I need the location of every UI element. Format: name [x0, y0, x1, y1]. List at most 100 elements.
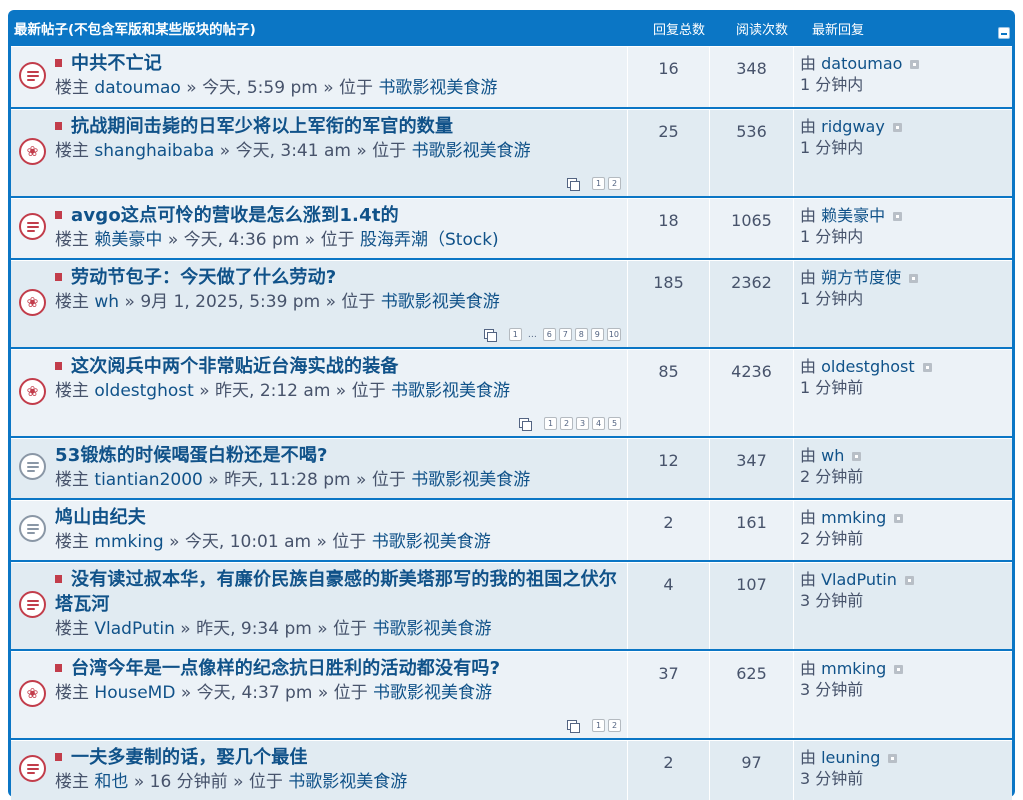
last-poster-link[interactable]: oldestghost	[821, 357, 915, 376]
hot-topic-icon[interactable]: ❀	[19, 289, 46, 316]
topic-row[interactable]: ❀ 这次阅兵中两个非常贴近台海实战的装备 楼主 oldestghost » 昨天, …	[11, 349, 1012, 436]
author-link[interactable]: VladPutin	[94, 619, 174, 639]
new-post-icon[interactable]	[55, 362, 62, 370]
topic-row[interactable]: ❀ 台湾今年是一点像样的纪念抗日胜利的活动都没有吗? 楼主 HouseMD » 今天…	[11, 651, 1012, 738]
new-post-icon[interactable]	[55, 753, 62, 761]
topic-row[interactable]: ❀ 抗战期间击毙的日军少将以上军衔的军官的数量 楼主 shanghaibaba » …	[11, 109, 1012, 196]
topic-row[interactable]: avgo这点可怜的营收是怎么涨到1.4t的 楼主 赖美豪中 » 今天, 4:36 …	[11, 198, 1012, 258]
unread-topic-icon[interactable]	[19, 62, 46, 89]
new-post-icon[interactable]	[55, 575, 62, 583]
topic-title-link[interactable]: 53锻炼的时候喝蛋白粉还是不喝?	[55, 445, 328, 466]
last-poster-link[interactable]: mmking	[821, 508, 886, 527]
last-post-cell: 由 datoumao 1 分钟内	[793, 47, 1012, 107]
unread-topic-icon[interactable]	[19, 591, 46, 618]
last-poster-link[interactable]: VladPutin	[821, 570, 897, 589]
forum-link[interactable]: 书歌影视美食游	[372, 619, 491, 639]
read-topic-icon[interactable]	[19, 515, 46, 542]
last-poster-link[interactable]: datoumao	[821, 54, 902, 73]
page-link[interactable]: 3	[576, 417, 589, 430]
last-poster-link[interactable]: leuning	[821, 748, 880, 767]
author-link[interactable]: tiantian2000	[94, 470, 202, 490]
page-link[interactable]: 10	[606, 328, 621, 341]
author-link[interactable]: oldestghost	[94, 381, 193, 401]
goto-post-icon[interactable]	[852, 452, 862, 461]
post-time: 今天, 5:59 pm	[202, 78, 318, 98]
page-link[interactable]: 4	[592, 417, 605, 430]
forum-link[interactable]: 股海弄潮（Stock)	[360, 230, 499, 250]
topic-title-link[interactable]: 抗战期间击毙的日军少将以上军衔的军官的数量	[71, 116, 453, 137]
topic-title-link[interactable]: avgo这点可怜的营收是怎么涨到1.4t的	[71, 205, 399, 226]
author-link[interactable]: shanghaibaba	[94, 141, 214, 161]
goto-post-icon[interactable]	[893, 212, 903, 221]
last-poster-link[interactable]: wh	[821, 446, 844, 465]
forum-link[interactable]: 书歌影视美食游	[372, 532, 491, 552]
hot-topic-icon[interactable]: ❀	[19, 378, 46, 405]
page-link[interactable]: 2	[608, 719, 621, 732]
page-link[interactable]: 1	[544, 417, 557, 430]
topic-title-link[interactable]: 一夫多妻制的话，娶几个最佳	[71, 747, 308, 768]
goto-post-icon[interactable]	[894, 665, 904, 674]
page-link[interactable]: 1	[592, 719, 605, 732]
topics-board: 最新帖子(不包含军版和某些版块的帖子) 回复总数 阅读次数 最新回复 中共不亡记…	[8, 10, 1015, 800]
collapse-icon[interactable]	[998, 27, 1010, 39]
page-link[interactable]: 1	[592, 177, 605, 190]
goto-post-icon[interactable]	[888, 754, 898, 763]
topic-title-link[interactable]: 劳动节包子：今天做了什么劳动?	[71, 267, 336, 288]
page-link[interactable]: 9	[590, 328, 604, 341]
topic-title-link[interactable]: 中共不亡记	[71, 53, 162, 74]
topic-cell: ❀ 台湾今年是一点像样的纪念抗日胜利的活动都没有吗? 楼主 HouseMD » 今天…	[11, 652, 627, 738]
topic-row[interactable]: 没有读过叔本华，有廉价民族自豪感的斯美塔那写的我的祖国之伏尔塔瓦河 楼主 Vlad…	[11, 562, 1012, 649]
author-link[interactable]: mmking	[94, 532, 163, 552]
forum-link[interactable]: 书歌影视美食游	[381, 292, 500, 312]
new-post-icon[interactable]	[55, 664, 62, 672]
author-link[interactable]: HouseMD	[94, 683, 175, 703]
goto-post-icon[interactable]	[910, 60, 920, 69]
new-post-icon[interactable]	[55, 211, 62, 219]
hot-topic-icon[interactable]: ❀	[19, 138, 46, 165]
new-post-icon[interactable]	[55, 59, 62, 67]
forum-link[interactable]: 书歌影视美食游	[378, 78, 497, 98]
unread-topic-icon[interactable]	[19, 755, 46, 782]
goto-post-icon[interactable]	[892, 123, 902, 132]
separator: »	[356, 141, 367, 161]
hot-topic-icon[interactable]: ❀	[19, 680, 46, 707]
new-post-icon[interactable]	[55, 122, 62, 130]
forum-link[interactable]: 书歌影视美食游	[411, 470, 530, 490]
topic-row[interactable]: 鸠山由纪夫 楼主 mmking » 今天, 10:01 am » 位于 书歌影视美…	[11, 500, 1012, 560]
topic-title-link[interactable]: 鸠山由纪夫	[55, 507, 146, 528]
goto-post-icon[interactable]	[909, 274, 919, 283]
forum-link[interactable]: 书歌影视美食游	[373, 683, 492, 703]
forum-link[interactable]: 书歌影视美食游	[391, 381, 510, 401]
last-poster-link[interactable]: ridgway	[821, 117, 885, 136]
new-post-icon[interactable]	[55, 273, 62, 281]
read-topic-icon[interactable]	[19, 453, 46, 480]
topic-row[interactable]: 53锻炼的时候喝蛋白粉还是不喝? 楼主 tiantian2000 » 昨天, 11…	[11, 438, 1012, 498]
page-link[interactable]: 5	[608, 417, 621, 430]
author-link[interactable]: 赖美豪中	[94, 230, 162, 250]
page-link[interactable]: 2	[608, 177, 621, 190]
separator: »	[356, 470, 367, 490]
page-link[interactable]: 8	[574, 328, 588, 341]
page-link[interactable]: 6	[542, 328, 556, 341]
last-poster-link[interactable]: 赖美豪中	[821, 206, 885, 225]
topic-title-link[interactable]: 台湾今年是一点像样的纪念抗日胜利的活动都没有吗?	[71, 658, 500, 679]
page-link[interactable]: 7	[558, 328, 572, 341]
goto-post-icon[interactable]	[904, 576, 914, 585]
forum-link[interactable]: 书歌影视美食游	[412, 141, 531, 161]
topic-title-link[interactable]: 这次阅兵中两个非常贴近台海实战的装备	[71, 356, 399, 377]
unread-topic-icon[interactable]	[19, 213, 46, 240]
author-link[interactable]: datoumao	[94, 78, 180, 98]
last-poster-link[interactable]: mmking	[821, 659, 886, 678]
author-link[interactable]: wh	[94, 292, 119, 312]
topic-row[interactable]: 一夫多妻制的话，娶几个最佳 楼主 和也 » 16 分钟前 » 位于 书歌影视美食游…	[11, 740, 1012, 800]
topic-row[interactable]: ❀ 劳动节包子：今天做了什么劳动? 楼主 wh » 9月 1, 2025, 5:39…	[11, 260, 1012, 347]
page-link[interactable]: 2	[560, 417, 573, 430]
goto-post-icon[interactable]	[922, 363, 932, 372]
topic-title-link[interactable]: 没有读过叔本华，有廉价民族自豪感的斯美塔那写的我的祖国之伏尔塔瓦河	[55, 569, 617, 615]
page-link[interactable]: 1	[508, 328, 522, 341]
forum-link[interactable]: 书歌影视美食游	[288, 772, 407, 792]
topic-row[interactable]: 中共不亡记 楼主 datoumao » 今天, 5:59 pm » 位于 书歌影视…	[11, 46, 1012, 107]
goto-post-icon[interactable]	[894, 514, 904, 523]
last-poster-link[interactable]: 朔方节度使	[821, 268, 901, 287]
author-link[interactable]: 和也	[94, 772, 128, 792]
